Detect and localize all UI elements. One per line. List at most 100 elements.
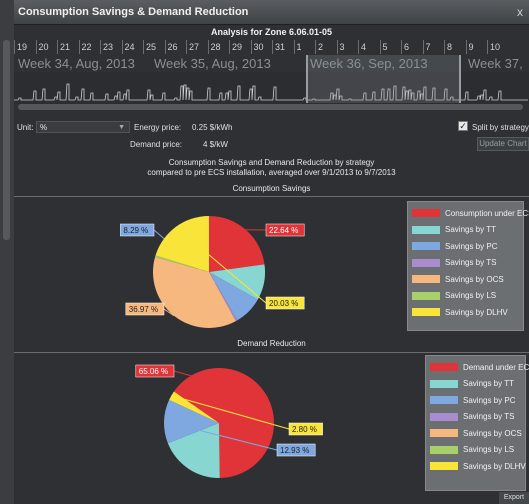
day-tick-label: 2: [315, 40, 337, 54]
legend-item[interactable]: Savings by TT: [430, 378, 514, 390]
export-button[interactable]: Export: [499, 492, 529, 504]
demand-price-label: Demand price:: [130, 140, 183, 149]
window-title: Consumption Savings & Demand Reduction: [18, 6, 249, 18]
split-by-strategy-checkbox[interactable]: ✓: [458, 121, 468, 131]
day-tick-label: 25: [143, 40, 165, 54]
consumption-legend: Consumption under ECS Savings by TT Saving…: [407, 201, 529, 331]
legend-label: Savings by PC: [463, 395, 516, 405]
update-chart-button[interactable]: Update Chart: [477, 137, 529, 151]
legend-label: Savings by TS: [445, 258, 497, 267]
timeline-scrollbar[interactable]: [18, 104, 523, 110]
day-tick-label: 26: [164, 40, 187, 54]
data-label: 8.29 %: [123, 226, 148, 235]
legend-item[interactable]: Savings by LS: [430, 444, 514, 456]
legend-label: Demand under ECS: [463, 362, 529, 372]
day-tick-label: 30: [250, 40, 273, 54]
day-tick-label: 9: [465, 40, 488, 54]
demand-chart-title: Demand Reduction: [237, 339, 306, 348]
pie-slice-consumption-under-ecs[interactable]: [209, 216, 265, 272]
legend-label: Savings by PC: [445, 241, 498, 251]
unit-select[interactable]: % ▼: [36, 121, 130, 133]
legend-item[interactable]: Savings by PC: [430, 394, 515, 406]
legend-label: Savings by DLHV: [445, 307, 508, 317]
data-label: 65.06 %: [139, 367, 168, 376]
legend-swatch: [430, 363, 458, 371]
day-tick-label: 7: [422, 40, 445, 54]
legend-item[interactable]: Savings by PC: [412, 240, 497, 252]
legend-item[interactable]: Savings by TT: [412, 224, 496, 236]
day-tick-label: 19: [14, 40, 36, 54]
consumption-chart-panel: 22.64 % 8.29 % 36.97 % 20.03 % Consumption …: [14, 196, 529, 342]
day-tick-label: 27: [186, 40, 208, 54]
legend-label: Savings by LS: [463, 445, 515, 454]
legend-swatch: [412, 308, 440, 316]
legend-item[interactable]: Savings by OCS: [412, 273, 504, 285]
sidebar-scroll-handle[interactable]: [3, 40, 10, 240]
data-label: 36.97 %: [129, 305, 158, 314]
day-tick-label: 29: [229, 40, 251, 54]
data-label: 22.64 %: [269, 226, 298, 235]
legend-label: Consumption under ECS: [445, 208, 529, 218]
timeline-selection-window[interactable]: [306, 55, 461, 103]
legend-item[interactable]: Savings by TS: [430, 411, 514, 423]
day-tick-label: 24: [121, 40, 144, 54]
legend-swatch: [430, 445, 458, 454]
day-tick-label: 6: [401, 40, 423, 54]
demand-price-value[interactable]: 4 $/kW: [203, 140, 228, 149]
legend-swatch: [430, 379, 458, 388]
legend-swatch: [412, 291, 440, 300]
legend-label: Savings by LS: [445, 291, 497, 300]
demand-chart-panel: 65.06 % 12.93 % 2.80 % Demand under ECS Sav…: [14, 352, 529, 493]
legend-item[interactable]: Demand under ECS: [430, 361, 529, 373]
day-ruler: 19 20 21 22 23 24 25 26 27 28 29 30 31 1 2 3 4 5 6 7 8 9 10: [14, 40, 529, 54]
close-icon[interactable]: x: [517, 5, 523, 19]
legend-swatch: [430, 429, 458, 437]
unit-label: Unit:: [17, 123, 34, 132]
unit-value: %: [40, 123, 48, 132]
analysis-title: Analysis for Zone 6.06.01-05: [210, 27, 333, 37]
data-label: 2.80 %: [292, 425, 317, 434]
legend-swatch: [412, 258, 440, 267]
day-tick-label: 21: [57, 40, 79, 54]
week-label: Week 35, Aug, 2013: [154, 56, 271, 71]
legend-item[interactable]: Savings by DLHV: [430, 460, 526, 472]
legend-swatch: [412, 275, 440, 283]
day-tick-label: 1: [293, 40, 316, 54]
chart-heading-line1: Consumption Savings and Demand Reduction…: [168, 158, 375, 167]
legend-label: Savings by TT: [445, 225, 496, 234]
legend-swatch: [412, 225, 440, 234]
energy-price-value[interactable]: 0.25 $/kWh: [192, 123, 232, 132]
data-label: 12.93 %: [280, 446, 309, 455]
day-tick-label: 22: [78, 40, 101, 54]
day-tick-label: 5: [379, 40, 402, 54]
legend-label: Savings by TS: [463, 412, 515, 421]
chevron-down-icon: ▼: [118, 124, 125, 131]
day-tick-label: 10: [487, 40, 509, 54]
day-tick-label: 8: [444, 40, 466, 54]
legend-swatch: [430, 462, 458, 470]
chart-heading-line2: compared to pre ECS installation, averag…: [147, 168, 396, 177]
legend-item[interactable]: Savings by DLHV: [412, 306, 508, 318]
legend-item[interactable]: Savings by LS: [412, 290, 496, 302]
split-by-strategy-label: Split by strategy: [472, 123, 529, 132]
energy-price-label: Energy price:: [134, 123, 182, 132]
demand-legend: Demand under ECS Savings by TT Savings by …: [425, 355, 529, 491]
left-sidebar-edge: [0, 0, 14, 504]
legend-item[interactable]: Savings by TS: [412, 257, 496, 269]
day-tick-label: 20: [35, 40, 58, 54]
title-bar[interactable]: Consumption Savings & Demand Reduction x: [14, 0, 529, 25]
day-tick-label: 3: [336, 40, 359, 54]
dialog-window: Consumption Savings & Demand Reduction x…: [14, 0, 529, 504]
legend-item[interactable]: Savings by OCS: [430, 427, 522, 439]
day-tick-label: 23: [100, 40, 122, 54]
legend-swatch: [430, 396, 458, 404]
legend-label: Savings by TT: [463, 379, 514, 388]
week-label: Week 34, Aug, 2013: [18, 56, 135, 71]
legend-swatch: [412, 209, 440, 217]
data-label: 20.03 %: [269, 299, 298, 308]
consumption-chart-title: Consumption Savings: [232, 184, 311, 193]
legend-swatch: [412, 242, 440, 250]
day-tick-label: 28: [207, 40, 230, 54]
legend-label: Savings by DLHV: [463, 461, 526, 471]
legend-item[interactable]: Consumption under ECS: [412, 207, 529, 219]
